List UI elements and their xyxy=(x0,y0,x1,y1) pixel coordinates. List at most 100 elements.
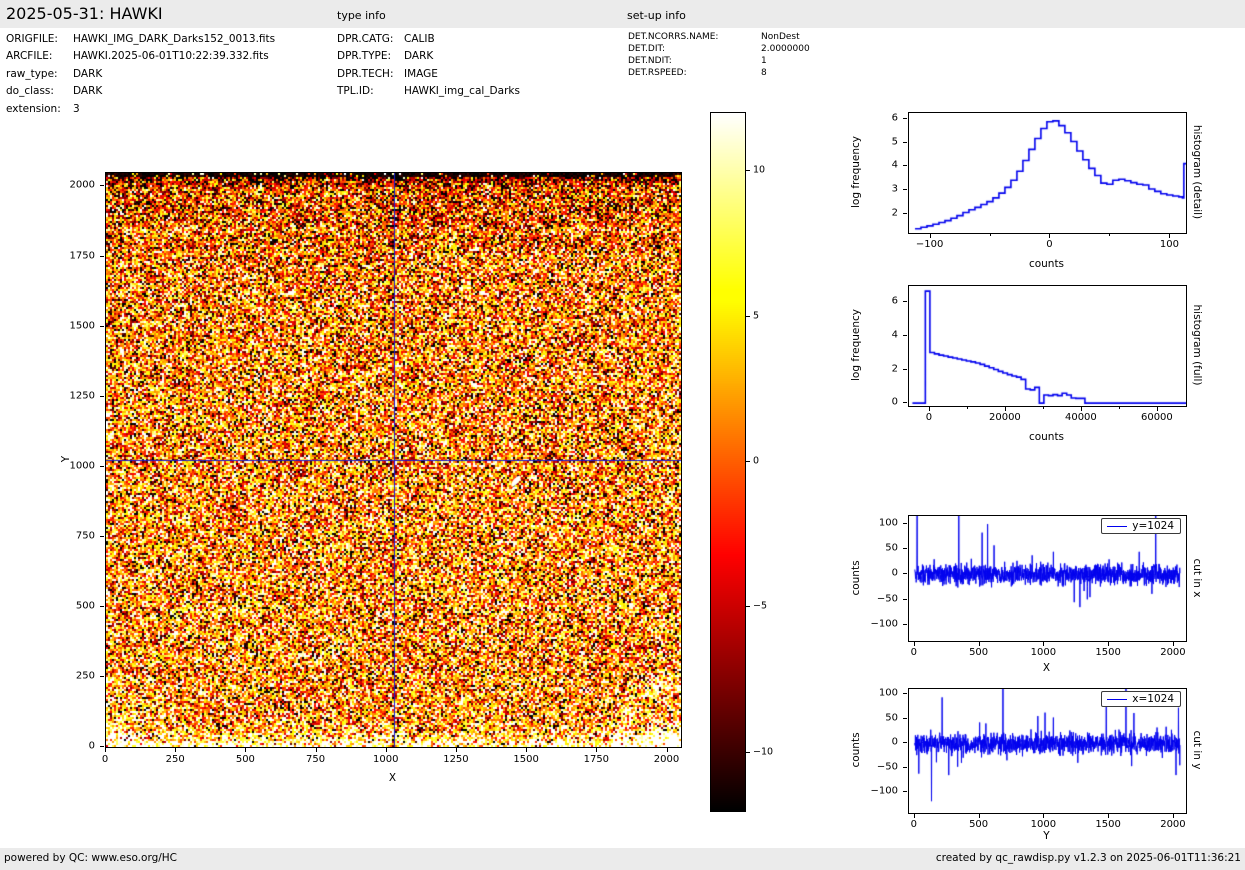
info-label: ORIGFILE: xyxy=(6,33,58,45)
tick-mark xyxy=(100,466,104,467)
tick-mark xyxy=(100,536,104,537)
colorbar-tick-label: 10 xyxy=(753,164,766,176)
tick-mark xyxy=(903,573,907,574)
tick-mark xyxy=(746,461,750,462)
tick-mark xyxy=(105,748,106,752)
histogram-full-frame xyxy=(908,285,1187,407)
tick-mark xyxy=(903,548,907,549)
cut-in-x-frame xyxy=(908,515,1187,642)
tick-label: 100 xyxy=(1159,239,1179,250)
info-label: raw_type: xyxy=(6,67,58,80)
tick-label: 250 xyxy=(75,670,95,682)
info-value: 2.0000000 xyxy=(761,44,810,54)
tick-mark xyxy=(903,523,907,524)
cut_x-legend: y=1024 xyxy=(1101,518,1181,534)
type-info-row: DPR.CATG: CALIB xyxy=(337,33,520,50)
tick-label: −100 xyxy=(915,239,944,250)
tick-label: 500 xyxy=(969,819,989,830)
setup-info-block: DET.NCORRS.NAME: NonDest DET.DIT: 2.000000… xyxy=(628,32,810,80)
colorbar-tick-label: 0 xyxy=(753,455,760,467)
file-info-row: ORIGFILE: HAWKI_IMG_DARK_Darks152_0013.fi… xyxy=(6,33,275,50)
tick-label: 100 xyxy=(878,517,898,529)
tick-mark xyxy=(100,326,104,327)
type-info-row: DPR.TYPE: DARK xyxy=(337,50,520,67)
colorbar-frame xyxy=(710,112,746,812)
tick-mark xyxy=(667,748,668,752)
tick-mark xyxy=(526,748,527,752)
info-value: HAWKI_IMG_DARK_Darks152_0013.fits xyxy=(73,33,276,45)
tick-label: −100 xyxy=(870,785,898,797)
cut_y-side-label: cut in y xyxy=(1191,730,1203,770)
cut-in-x-plot xyxy=(909,516,1186,641)
dark-frame-image xyxy=(106,173,681,747)
tick-mark xyxy=(903,369,907,370)
tick-mark xyxy=(746,752,750,753)
setup-info-row: DET.NCORRS.NAME: NonDest xyxy=(628,32,810,44)
legend-line-sample xyxy=(1107,698,1128,700)
tick-label: 6 xyxy=(891,112,898,124)
histogram-detail-frame xyxy=(908,112,1187,234)
tick-mark xyxy=(914,814,915,818)
file-info-row: do_class: DARK xyxy=(6,85,275,102)
tick-mark xyxy=(979,642,980,646)
info-value: DARK xyxy=(404,50,434,63)
tick-mark xyxy=(1049,234,1050,238)
tick-mark xyxy=(316,748,317,752)
tick-label: 1000 xyxy=(1030,819,1057,830)
tick-mark xyxy=(100,396,104,397)
tick-label: 1500 xyxy=(513,754,539,765)
tick-mark xyxy=(929,407,930,411)
tick-mark xyxy=(1005,407,1006,411)
tick-mark xyxy=(1081,407,1082,411)
cut_x-ylabel: counts xyxy=(850,559,862,596)
info-label: TPL.ID: xyxy=(337,85,374,98)
file-info-row: raw_type: DARK xyxy=(6,68,275,85)
info-label: DET.DIT: xyxy=(628,44,666,54)
tick-mark xyxy=(903,693,907,694)
tick-mark xyxy=(746,170,750,171)
histogram-detail-plot xyxy=(909,113,1186,233)
tick-label: 500 xyxy=(75,600,95,612)
colorbar-tick-label: −10 xyxy=(753,746,774,758)
info-value: DARK xyxy=(73,67,103,80)
tick-mark xyxy=(100,676,104,677)
info-label: do_class: xyxy=(6,85,54,98)
info-label: DPR.TYPE: xyxy=(337,50,392,63)
tick-mark xyxy=(1108,814,1109,818)
tick-mark xyxy=(596,748,597,752)
tick-label: 2000 xyxy=(1160,647,1186,658)
cut-in-y-plot xyxy=(909,689,1186,813)
tick-mark xyxy=(746,606,750,607)
tick-label: 0 xyxy=(925,412,933,423)
info-value: 3 xyxy=(73,102,80,115)
info-value: DARK xyxy=(73,85,103,98)
tick-label: counts xyxy=(1028,258,1065,270)
tick-mark xyxy=(1043,642,1044,646)
tick-mark xyxy=(1108,642,1109,646)
tick-label: 1250 xyxy=(443,754,469,765)
tick-mark xyxy=(746,316,750,317)
tick-label: 0 xyxy=(101,754,109,765)
tick-label: 1750 xyxy=(69,250,95,262)
tick-label: 60000 xyxy=(1140,412,1173,423)
tick-label: Y xyxy=(1043,830,1050,842)
setup-info-row: DET.RSPEED: 8 xyxy=(628,68,810,80)
tick-mark xyxy=(1043,814,1044,818)
tick-mark xyxy=(914,642,915,646)
type-info-row: TPL.ID: HAWKI_img_cal_Darks xyxy=(337,85,520,102)
tick-label: 1500 xyxy=(1095,819,1121,830)
colorbar-tick-label: 5 xyxy=(753,310,760,322)
tick-mark xyxy=(100,185,104,186)
cut_y-ylabel: counts xyxy=(850,732,862,768)
legend-label: x=1024 xyxy=(1132,693,1174,705)
file-info-row: extension: 3 xyxy=(6,103,275,120)
tick-mark xyxy=(903,624,907,625)
cut_y-legend: x=1024 xyxy=(1101,691,1181,707)
tick-mark xyxy=(903,742,907,743)
tick-label: 500 xyxy=(235,754,255,765)
colorbar xyxy=(711,113,745,811)
tick-label: 2000 xyxy=(1160,819,1186,830)
legend-line-sample xyxy=(1107,525,1128,527)
tick-label: 1750 xyxy=(583,754,610,765)
info-label: DET.NDIT: xyxy=(628,56,672,66)
